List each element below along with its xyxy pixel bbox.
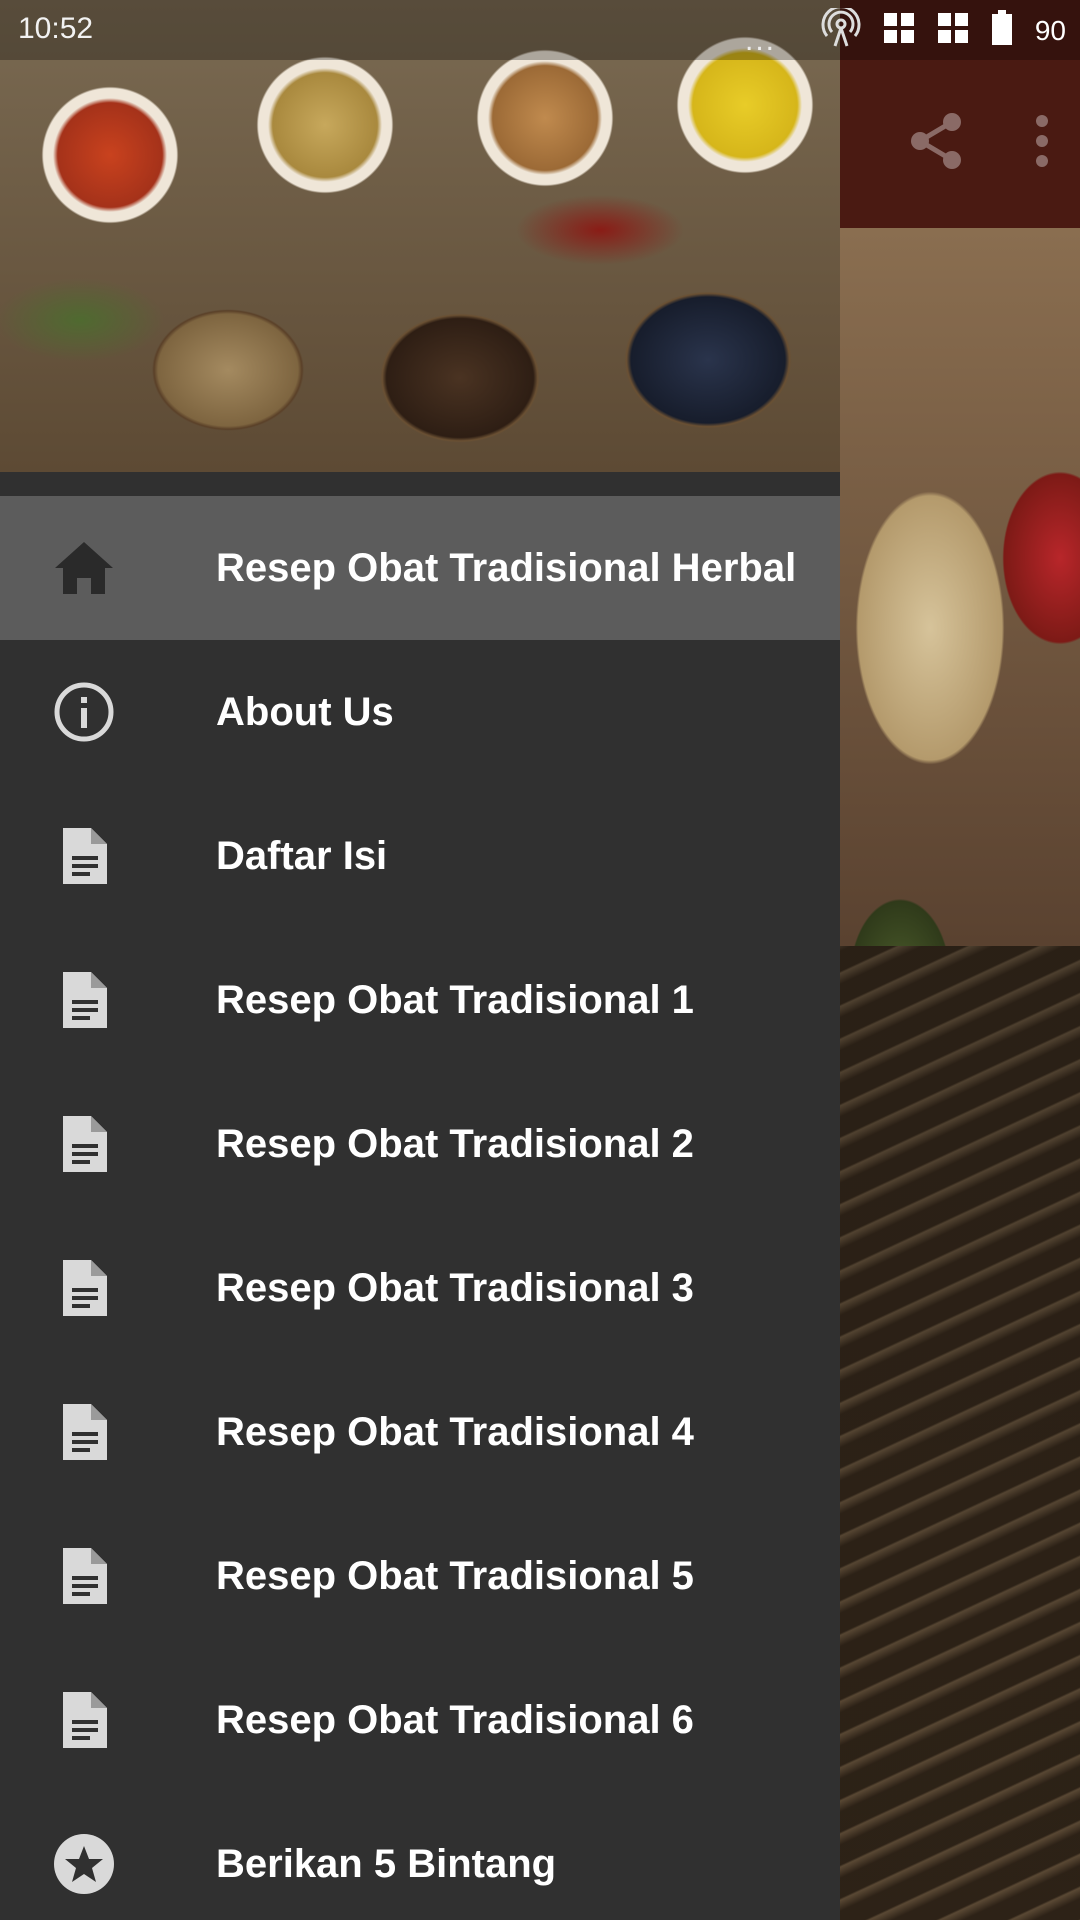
document-icon [52, 1544, 116, 1608]
drawer-item-about-us[interactable]: About Us [0, 640, 840, 784]
drawer-menu: Resep Obat Tradisional Herbal About Us D… [0, 496, 840, 1920]
document-icon [52, 968, 116, 1032]
drawer-item-label: About Us [216, 689, 394, 734]
drawer-item-resep-3[interactable]: Resep Obat Tradisional 3 [0, 1216, 840, 1360]
drawer-item-resep-4[interactable]: Resep Obat Tradisional 4 [0, 1360, 840, 1504]
drawer-item-label: Resep Obat Tradisional 6 [216, 1697, 694, 1742]
drawer-item-daftar-isi[interactable]: Daftar Isi [0, 784, 840, 928]
status-overflow-dots: ... [745, 24, 777, 57]
drawer-item-resep-6[interactable]: Resep Obat Tradisional 6 [0, 1648, 840, 1792]
drawer-item-label: Resep Obat Tradisional 5 [216, 1553, 694, 1598]
document-icon [52, 824, 116, 888]
document-icon [52, 1112, 116, 1176]
drawer-item-label: Resep Obat Tradisional Herbal [216, 545, 797, 590]
drawer-item-resep-1[interactable]: Resep Obat Tradisional 1 [0, 928, 840, 1072]
navigation-drawer: Resep Obat Tradisional Herbal About Us D… [0, 0, 840, 1920]
status-time: 10:52 [18, 12, 94, 45]
app-grid-icon [937, 12, 969, 49]
drawer-item-resep-5[interactable]: Resep Obat Tradisional 5 [0, 1504, 840, 1648]
home-icon [52, 536, 116, 600]
drawer-item-label: Berikan 5 Bintang [216, 1841, 557, 1886]
drawer-item-resep-2[interactable]: Resep Obat Tradisional 2 [0, 1072, 840, 1216]
hotspot-icon [821, 5, 861, 53]
document-icon [52, 1688, 116, 1752]
star-icon [52, 1832, 116, 1896]
battery-icon [991, 10, 1013, 51]
document-icon [52, 1256, 116, 1320]
status-bar: 10:52 ... 90 [0, 0, 1080, 60]
drawer-item-home[interactable]: Resep Obat Tradisional Herbal [0, 496, 840, 640]
info-icon [52, 680, 116, 744]
share-icon[interactable] [908, 110, 964, 172]
drawer-divider [0, 472, 840, 496]
drawer-item-rate-app[interactable]: Berikan 5 Bintang [0, 1792, 840, 1920]
drawer-header-image [0, 0, 840, 472]
document-icon [52, 1400, 116, 1464]
battery-level: 90 [1034, 14, 1066, 46]
drawer-item-label: Resep Obat Tradisional 3 [216, 1265, 694, 1310]
drawer-item-label: Daftar Isi [216, 833, 388, 878]
drawer-item-label: Resep Obat Tradisional 1 [216, 977, 694, 1022]
drawer-item-label: Resep Obat Tradisional 2 [216, 1121, 694, 1166]
app-grid-icon [883, 12, 915, 49]
more-options-icon[interactable] [1034, 113, 1050, 169]
drawer-item-label: Resep Obat Tradisional 4 [216, 1409, 694, 1454]
